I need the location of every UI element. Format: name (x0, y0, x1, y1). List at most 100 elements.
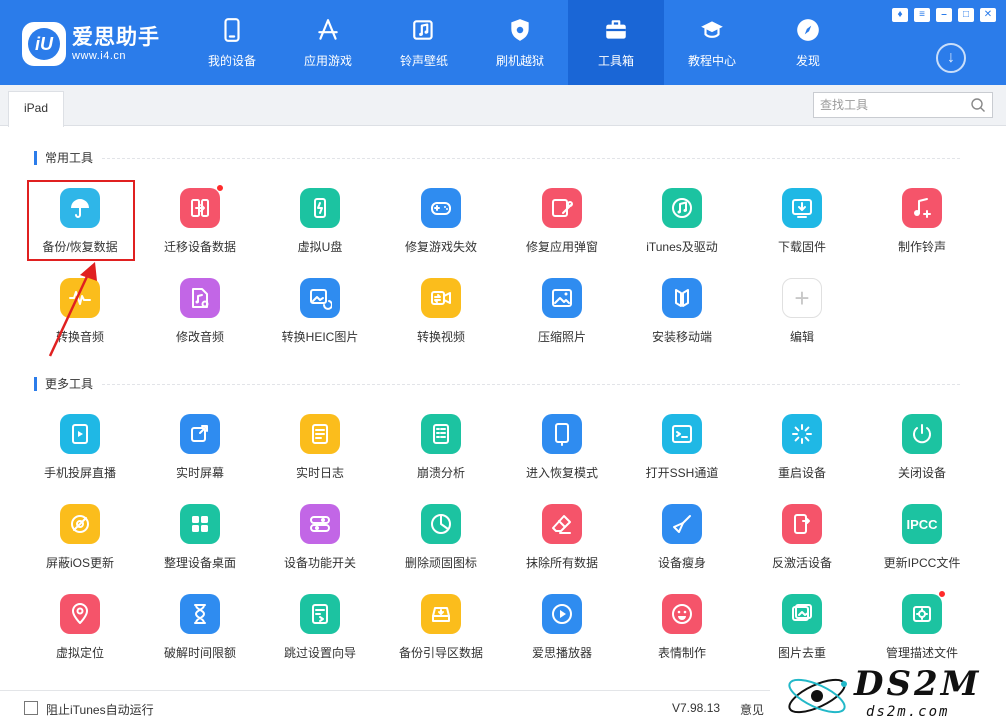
tool-emoji[interactable]: 表情制作 (622, 586, 742, 676)
close-icon[interactable]: ✕ (980, 8, 996, 22)
tool-label: 破解时间限额 (163, 646, 236, 660)
tool-boot-backup[interactable]: 备份引导区数据 (381, 586, 501, 676)
download-manager-icon[interactable]: ↓ (936, 43, 966, 73)
nav-item-2[interactable]: 铃声壁纸 (376, 0, 472, 85)
tool-label: 设备瘦身 (657, 556, 706, 570)
tool-install-mobile[interactable]: 安装移动端 (622, 270, 742, 360)
skin-icon[interactable]: ♦ (892, 8, 908, 22)
audio-edit-icon (180, 278, 220, 318)
tool-image-convert[interactable]: 转换HEIC图片 (260, 270, 380, 360)
tool-log[interactable]: 实时日志 (260, 406, 380, 496)
tool-label: 转换HEIC图片 (281, 330, 359, 344)
hourglass-icon (180, 594, 220, 634)
main-nav: 我的设备 应用游戏 铃声壁纸 刷机越狱 工具箱 教程中心 发现 (184, 0, 856, 85)
tool-eraser[interactable]: 抹除所有数据 (502, 496, 622, 586)
menu-icon[interactable]: ≡ (914, 8, 930, 22)
nav-item-5[interactable]: 教程中心 (664, 0, 760, 85)
install-mobile-icon (662, 278, 702, 318)
migrate-icon (180, 184, 224, 228)
nav-label: 我的设备 (207, 54, 256, 68)
tool-deactivate[interactable]: 反激活设备 (742, 496, 862, 586)
tool-migrate[interactable]: 迁移设备数据 (140, 180, 260, 270)
tool-video-convert[interactable]: 转换视频 (381, 270, 501, 360)
plus-icon: + (782, 278, 822, 318)
emoji-icon (662, 594, 702, 634)
tool-play[interactable]: 爱思播放器 (502, 586, 622, 676)
download-box-icon (782, 188, 822, 228)
tool-label: 抹除所有数据 (525, 556, 598, 570)
tool-grid[interactable]: 整理设备桌面 (140, 496, 260, 586)
version-label: V7.98.13 (672, 701, 721, 715)
block-itunes-label: 阻止iTunes自动运行 (46, 703, 154, 717)
nav-item-0[interactable]: 我的设备 (184, 0, 280, 85)
watermark-subtext: ds2m.com (866, 704, 950, 720)
recovery-mode-icon (542, 414, 582, 454)
tool-plus[interactable]: + 编辑 (742, 270, 862, 360)
search-input[interactable] (814, 93, 964, 117)
tool-ringtone[interactable]: 制作铃声 (862, 180, 982, 270)
search-icon[interactable] (970, 97, 986, 113)
tool-hourglass[interactable]: 破解时间限额 (140, 586, 260, 676)
nav-item-1[interactable]: 应用游戏 (280, 0, 376, 85)
tool-label: 压缩照片 (537, 330, 586, 344)
tool-terminal[interactable]: 打开SSH通道 (622, 406, 742, 496)
tool-crash-report[interactable]: 崩溃分析 (381, 406, 501, 496)
tool-label: 重启设备 (777, 466, 826, 480)
tool-label: 打开SSH通道 (645, 466, 719, 480)
feedback-link[interactable]: 意见 (740, 701, 764, 718)
eraser-icon (542, 504, 582, 544)
graduation-cap-icon (698, 16, 726, 44)
tool-label: 转换音频 (55, 330, 104, 344)
tool-photo-compress[interactable]: 压缩照片 (502, 270, 622, 360)
watermark-logo-icon (788, 678, 847, 714)
nav-item-6[interactable]: 发现 (760, 0, 856, 85)
tool-audio-wave[interactable]: 转换音频 (20, 270, 140, 360)
tool-label: 制作铃声 (897, 240, 946, 254)
app-store-icon (314, 16, 342, 44)
tool-label: 虚拟U盘 (297, 240, 343, 254)
phone-icon (218, 16, 246, 44)
tool-live-screen[interactable]: 实时屏幕 (140, 406, 260, 496)
tool-label: 修改音频 (175, 330, 224, 344)
section-title-common: 常用工具 (34, 151, 93, 165)
tool-power[interactable]: 关闭设备 (862, 406, 982, 496)
tool-label: 安装移动端 (651, 330, 712, 344)
tool-download-box[interactable]: 下载固件 (742, 180, 862, 270)
tool-wrench[interactable]: 修复应用弹窗 (502, 180, 622, 270)
live-screen-icon (180, 414, 220, 454)
tool-label: iTunes及驱动 (646, 240, 718, 254)
maximize-icon[interactable]: □ (958, 8, 974, 22)
tool-broom[interactable]: 设备瘦身 (622, 496, 742, 586)
badge-dot (938, 590, 946, 598)
minimize-icon[interactable]: – (936, 8, 952, 22)
nav-item-4[interactable]: 工具箱 (568, 0, 664, 85)
tab-ipad[interactable]: iPad (8, 91, 64, 127)
tool-pie[interactable]: 删除顽固图标 (381, 496, 501, 586)
tool-screen-cast[interactable]: 手机投屏直播 (20, 406, 140, 496)
tool-label: 实时日志 (295, 466, 344, 480)
tool-label: 下载固件 (777, 240, 826, 254)
tool-itunes[interactable]: iTunes及驱动 (622, 180, 742, 270)
tool-skip-setup[interactable]: 跳过设置向导 (260, 586, 380, 676)
tool-gamepad[interactable]: 修复游戏失效 (381, 180, 501, 270)
ringtone-icon (902, 188, 942, 228)
block-itunes-checkbox[interactable] (24, 701, 38, 715)
tool-label: 更新IPCC文件 (883, 556, 961, 570)
tool-label: 图片去重 (777, 646, 826, 660)
watermark-text: DS2M (854, 664, 982, 704)
tool-ipcc[interactable]: IPCC 更新IPCC文件 (862, 496, 982, 586)
tool-label: 屏蔽iOS更新 (45, 556, 114, 570)
tool-audio-edit[interactable]: 修改音频 (140, 270, 260, 360)
tool-usb-drive[interactable]: 虚拟U盘 (260, 180, 380, 270)
nav-label: 刷机越狱 (495, 54, 544, 68)
tool-restart[interactable]: 重启设备 (742, 406, 862, 496)
nav-item-3[interactable]: 刷机越狱 (472, 0, 568, 85)
tool-block-update[interactable]: 屏蔽iOS更新 (20, 496, 140, 586)
tool-label: 跳过设置向导 (283, 646, 356, 660)
tool-label: 进入恢复模式 (525, 466, 598, 480)
tool-toggle[interactable]: 设备功能开关 (260, 496, 380, 586)
tool-label: 虚拟定位 (55, 646, 104, 660)
tool-recovery-mode[interactable]: 进入恢复模式 (502, 406, 622, 496)
tool-label: 备份引导区数据 (398, 646, 483, 660)
tool-location-pin[interactable]: 虚拟定位 (20, 586, 140, 676)
